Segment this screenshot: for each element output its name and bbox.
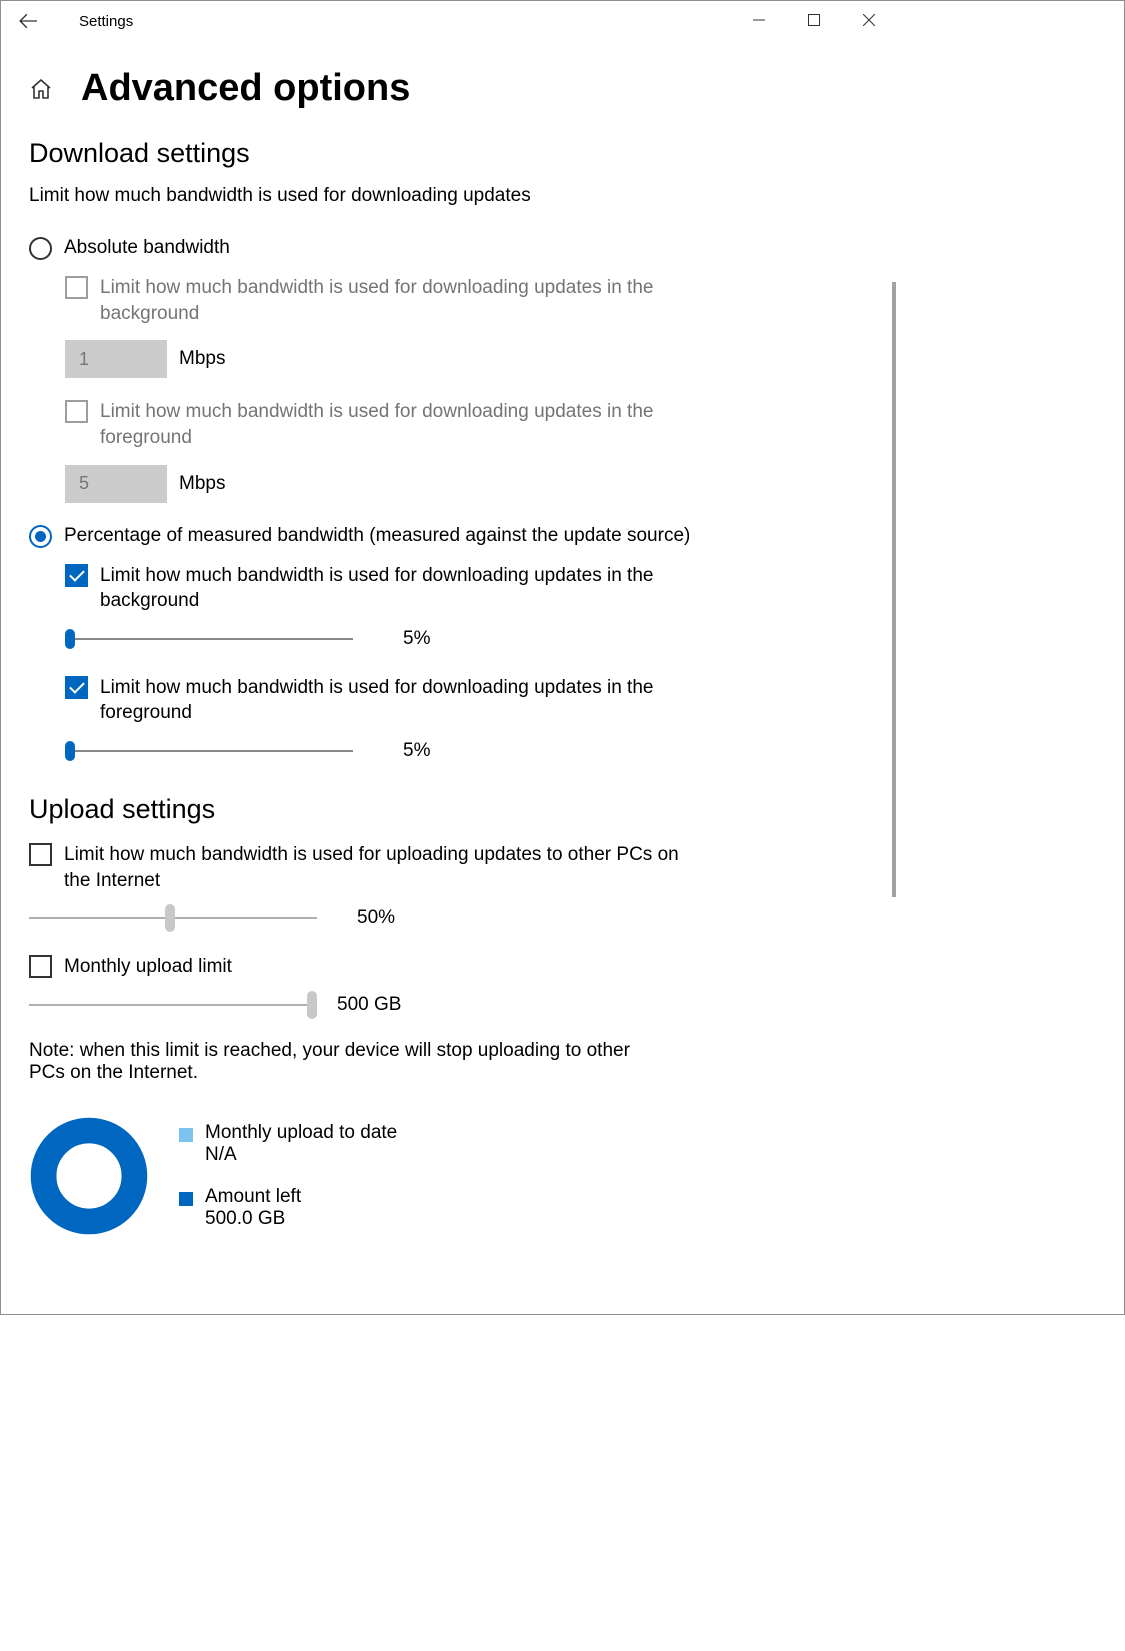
absolute-fg-label: Limit how much bandwidth is used for dow…: [100, 398, 660, 450]
monthly-limit-slider: [29, 995, 317, 1015]
percent-fg-label: Limit how much bandwidth is used for dow…: [100, 674, 660, 726]
legend-left-value: 500.0 GB: [205, 1208, 301, 1230]
upload-limit-label: Limit how much bandwidth is used for upl…: [64, 841, 704, 893]
legend-swatch-monthly: [179, 1128, 193, 1142]
arrow-left-icon: [19, 12, 37, 30]
percent-fg-checkbox[interactable]: [65, 676, 88, 699]
download-description: Limit how much bandwidth is used for dow…: [29, 185, 868, 207]
monthly-limit-checkbox[interactable]: [29, 955, 52, 978]
percentage-bandwidth-label: Percentage of measured bandwidth (measur…: [64, 523, 690, 547]
home-icon[interactable]: [29, 77, 53, 101]
absolute-bg-checkbox: [65, 276, 88, 299]
absolute-bandwidth-label: Absolute bandwidth: [64, 235, 230, 259]
download-settings-heading: Download settings: [29, 138, 868, 169]
close-button[interactable]: [841, 1, 896, 39]
legend-swatch-left: [179, 1192, 193, 1206]
upload-limit-slider: [29, 908, 317, 928]
page-title: Advanced options: [81, 67, 410, 110]
upload-limit-value: 50%: [357, 907, 395, 929]
legend-left-label: Amount left: [205, 1186, 301, 1208]
absolute-bandwidth-radio[interactable]: [29, 237, 52, 260]
window-title: Settings: [55, 13, 133, 30]
maximize-button[interactable]: [786, 1, 841, 39]
mbps-unit: Mbps: [179, 348, 225, 370]
back-button[interactable]: [1, 1, 55, 41]
close-icon: [863, 14, 875, 26]
legend-monthly-label: Monthly upload to date: [205, 1122, 397, 1144]
percentage-bandwidth-radio[interactable]: [29, 525, 52, 548]
monthly-limit-value: 500 GB: [337, 994, 401, 1016]
usage-donut-chart: [29, 1116, 149, 1236]
percent-bg-checkbox[interactable]: [65, 564, 88, 587]
upload-note: Note: when this limit is reached, your d…: [29, 1040, 669, 1084]
monthly-limit-label: Monthly upload limit: [64, 953, 232, 980]
minimize-icon: [753, 14, 765, 26]
percent-bg-value: 5%: [403, 628, 430, 650]
percent-bg-slider[interactable]: [65, 629, 353, 649]
upload-limit-checkbox[interactable]: [29, 843, 52, 866]
absolute-fg-input: [65, 465, 167, 503]
mbps-unit-2: Mbps: [179, 473, 225, 495]
legend-monthly-value: N/A: [205, 1144, 397, 1166]
maximize-icon: [808, 14, 820, 26]
percent-fg-slider[interactable]: [65, 741, 353, 761]
percent-fg-value: 5%: [403, 740, 430, 762]
percent-bg-label: Limit how much bandwidth is used for dow…: [100, 562, 660, 614]
minimize-button[interactable]: [731, 1, 786, 39]
absolute-fg-checkbox: [65, 400, 88, 423]
absolute-bg-input: [65, 340, 167, 378]
absolute-bg-label: Limit how much bandwidth is used for dow…: [100, 274, 660, 326]
upload-settings-heading: Upload settings: [29, 794, 868, 825]
scrollbar-thumb[interactable]: [892, 282, 896, 897]
